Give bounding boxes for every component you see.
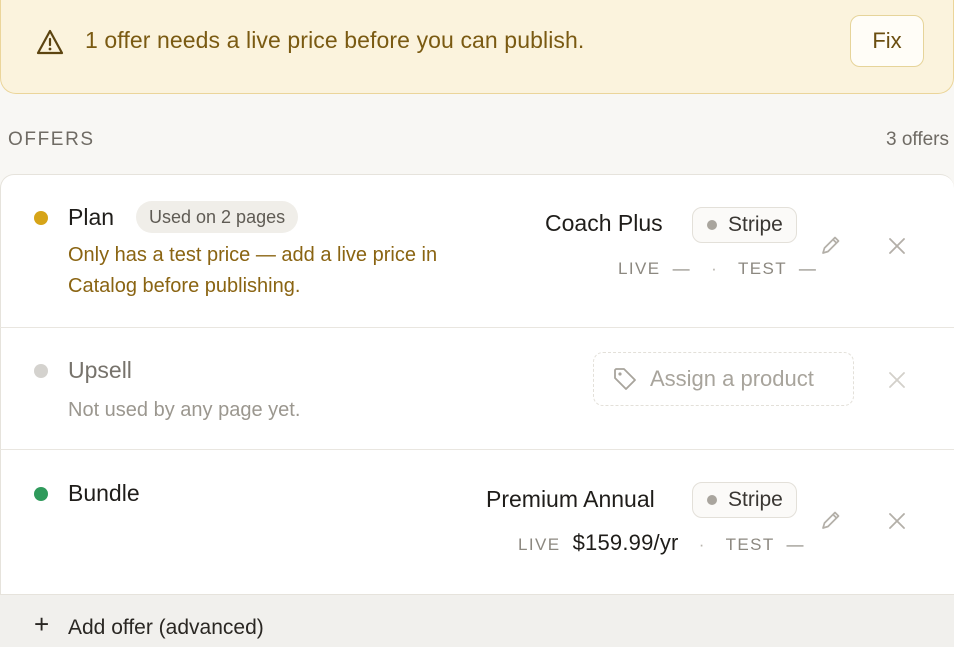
plus-icon: + — [34, 609, 50, 639]
provider-label: Stripe — [728, 488, 783, 511]
offer-row-bundle: Bundle Premium Annual Stripe LIVE $159.9… — [0, 449, 954, 594]
warning-banner: 1 offer needs a live price before you ca… — [0, 0, 954, 94]
status-dot-live — [34, 487, 48, 501]
provider-dot — [707, 220, 717, 230]
pencil-icon[interactable] — [815, 231, 845, 261]
warning-triangle-icon — [36, 29, 64, 55]
live-value: $159.99/yr — [572, 530, 679, 555]
live-value: — — [672, 259, 691, 278]
price-separator: · — [698, 535, 706, 554]
close-icon[interactable] — [882, 506, 912, 536]
usage-badge: Used on 2 pages — [136, 201, 299, 233]
provider-pill: Stripe — [692, 482, 797, 518]
close-icon[interactable] — [882, 365, 912, 395]
offer-name: Bundle — [68, 480, 140, 506]
warning-text-line-2: Catalog before publishing. — [68, 275, 301, 297]
provider-label: Stripe — [728, 213, 783, 236]
fix-button[interactable]: Fix — [850, 15, 924, 67]
test-label: TEST — [725, 535, 775, 554]
offer-count: 3 offers — [885, 129, 949, 150]
test-label: TEST — [738, 259, 787, 278]
tag-icon — [614, 368, 636, 390]
pencil-icon[interactable] — [815, 506, 845, 536]
live-label: LIVE — [618, 259, 661, 278]
status-dot-warning — [34, 211, 48, 225]
product-name: Coach Plus — [545, 210, 663, 236]
offer-note: Not used by any page yet. — [68, 399, 301, 421]
assign-product-label: Assign a product — [650, 366, 814, 391]
section-title: OFFERS — [8, 129, 95, 150]
assign-product-button[interactable]: Assign a product — [593, 352, 854, 406]
price-separator: · — [711, 259, 719, 278]
banner-message: 1 offer needs a live price before you ca… — [85, 27, 585, 53]
warning-text-line-1: Only has a test price — add a live price… — [68, 244, 438, 266]
price-summary: LIVE — · TEST — — [618, 259, 817, 279]
status-dot-inactive — [34, 364, 48, 378]
price-summary: LIVE $159.99/yr · TEST — — [518, 530, 805, 556]
offer-name: Upsell — [68, 357, 132, 383]
provider-dot — [707, 495, 717, 505]
product-name: Premium Annual — [486, 486, 655, 512]
add-offer-label: Add offer (advanced) — [68, 616, 264, 639]
add-offer-button[interactable]: + Add offer (advanced) — [0, 594, 954, 647]
test-value: — — [786, 535, 805, 554]
offer-row-plan: Plan Used on 2 pages Only has a test pri… — [0, 175, 954, 327]
live-label: LIVE — [518, 535, 561, 554]
provider-pill: Stripe — [692, 207, 797, 243]
offer-name: Plan — [68, 204, 115, 230]
close-icon[interactable] — [882, 231, 912, 261]
test-value: — — [798, 259, 818, 278]
